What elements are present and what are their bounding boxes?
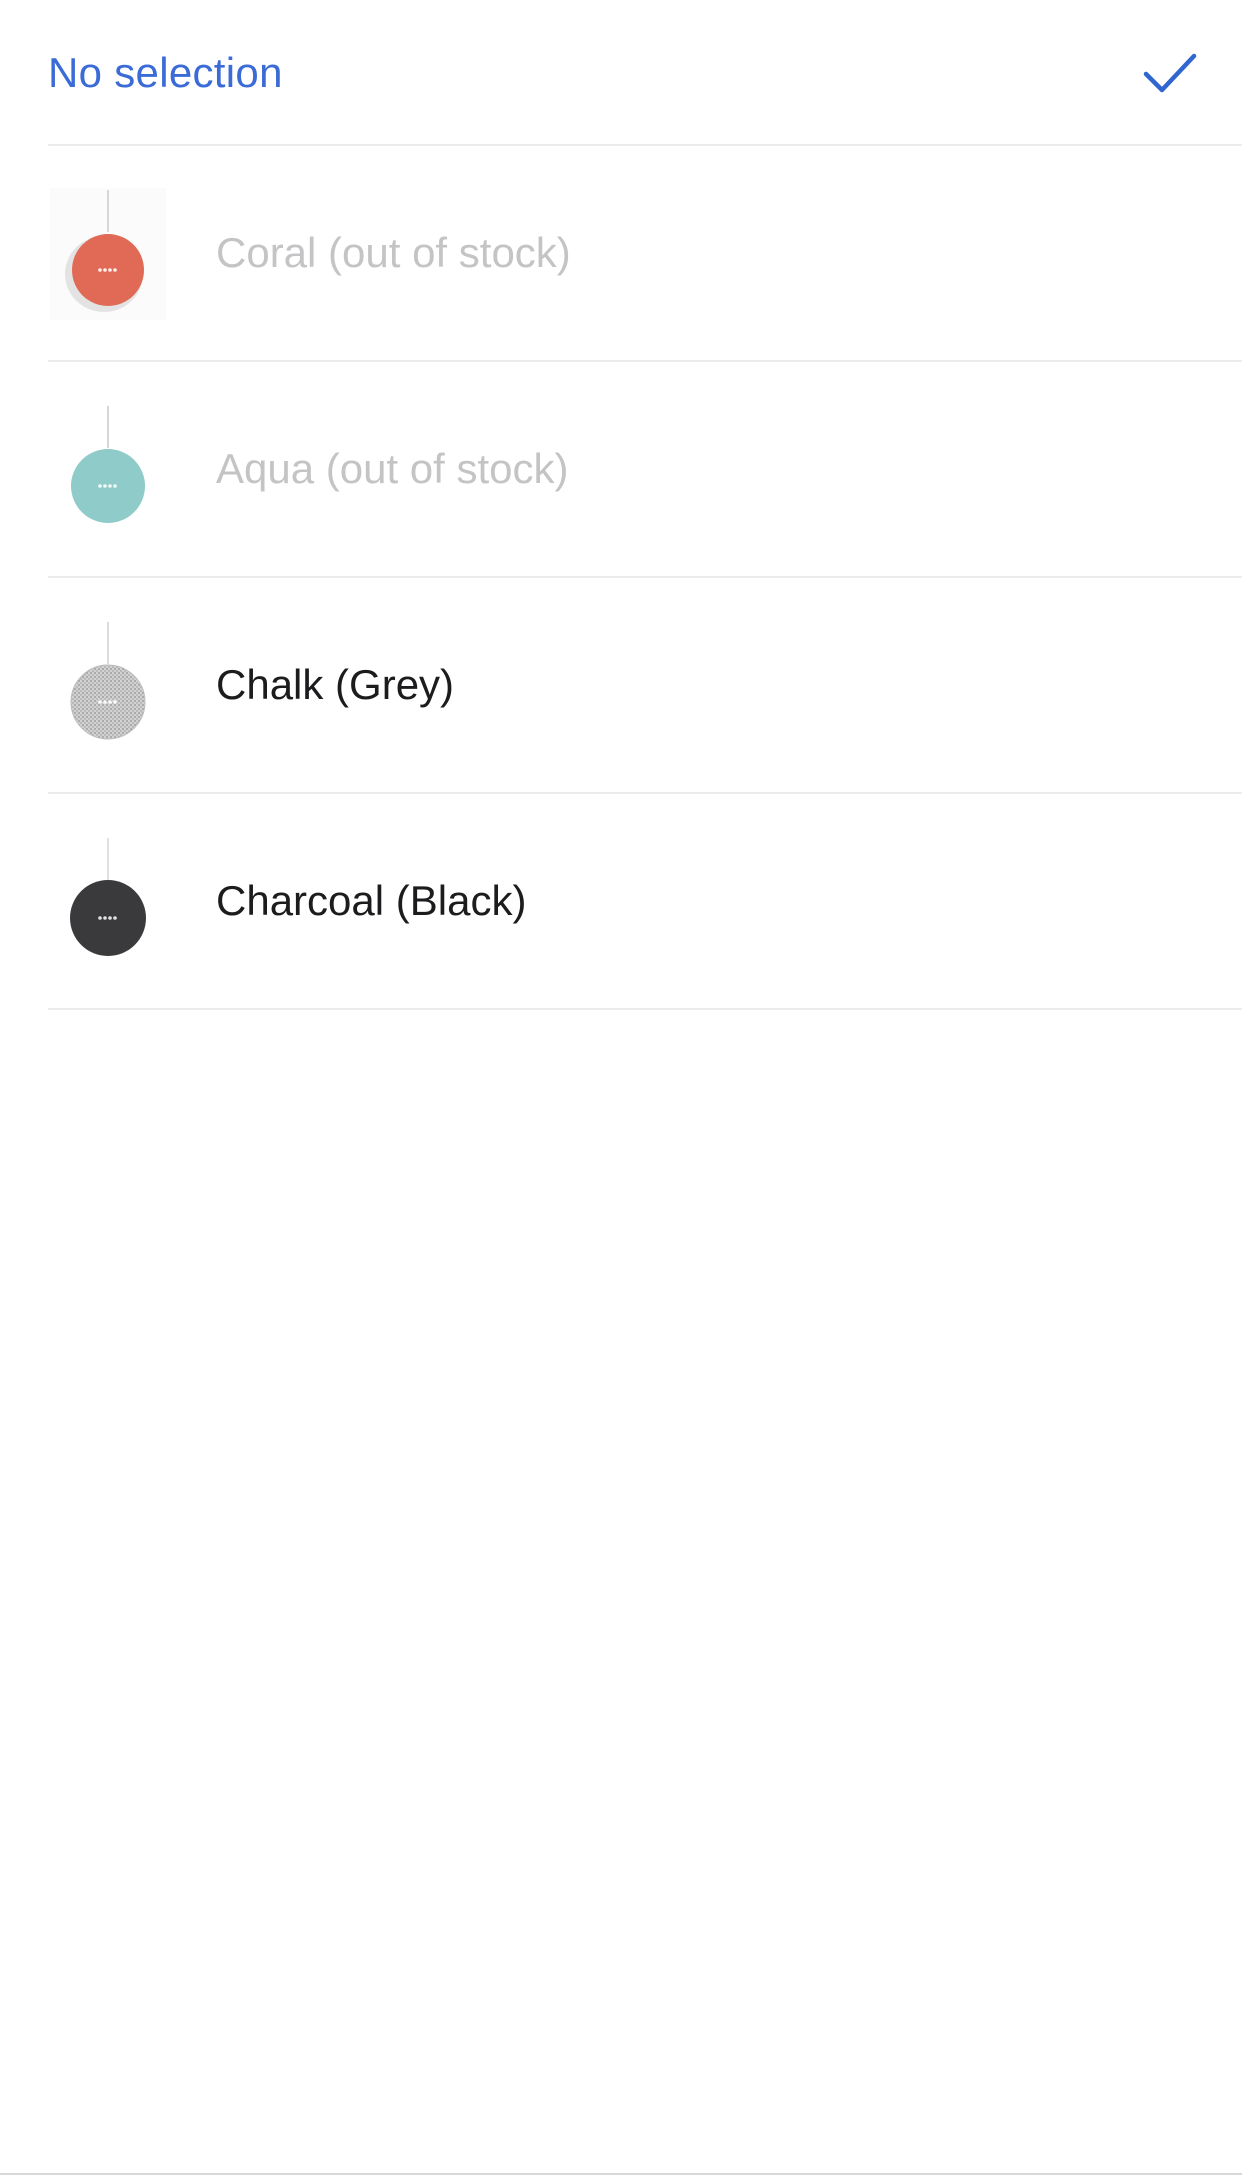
aqua-speaker-thumbnail [71,406,145,523]
no-selection-label: No selection [48,49,283,96]
coral-speaker-thumbnail [50,188,166,320]
option-row-charcoal[interactable]: Charcoal (Black) [48,794,1242,1010]
option-row-aqua[interactable]: Aqua (out of stock) [48,362,1242,578]
option-row-coral[interactable]: Coral (out of stock) [48,146,1242,362]
chalk-speaker-thumbnail [70,622,146,740]
color-picker-sheet: No selection Coral (out of stock) Aqua (… [0,0,1242,2175]
no-selection-row[interactable]: No selection [48,0,1242,146]
checkmark-icon[interactable] [1142,50,1198,98]
option-label-aqua: Aqua (out of stock) [216,445,569,492]
option-row-chalk[interactable]: Chalk (Grey) [48,578,1242,794]
option-label-charcoal: Charcoal (Black) [216,877,527,924]
option-label-coral: Coral (out of stock) [216,229,571,276]
charcoal-speaker-thumbnail [70,838,146,956]
option-label-chalk: Chalk (Grey) [216,661,455,708]
